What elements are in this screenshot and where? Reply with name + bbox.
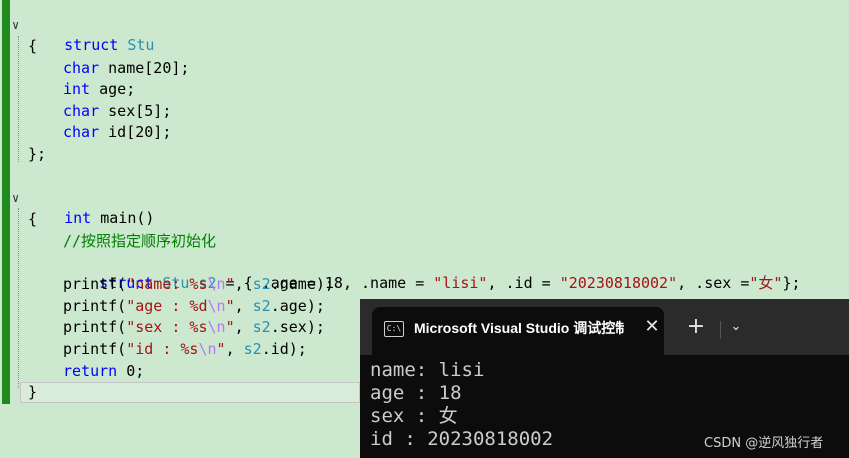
code-line-printf: printf("age : %d\n", s2.age); [63, 296, 325, 317]
variable-s2: s2 [243, 340, 262, 358]
field-type: int [63, 80, 91, 98]
console-icon: C:\ [384, 321, 404, 337]
init-part: , .id = [487, 274, 560, 292]
variable-s2: s2 [252, 297, 271, 315]
string-literal: " [225, 297, 235, 315]
fold-toggle-icon[interactable]: ∨ [12, 192, 24, 204]
fold-toggle-icon[interactable]: ∨ [12, 19, 24, 31]
field-decl: age; [90, 80, 136, 98]
init-part: }; [782, 274, 801, 292]
terminal-tab[interactable]: C:\ Microsoft Visual Studio 调试控制台 ✕ [372, 307, 664, 355]
printf-args: , [234, 318, 253, 336]
code-line-printf: printf("id : %s\n", s2.id); [63, 339, 307, 360]
brace: { [28, 210, 38, 228]
keyword-return: return [63, 362, 118, 380]
code-line-close-main: } [28, 382, 37, 403]
terminal-tab-title: Microsoft Visual Studio 调试控制台 [414, 320, 624, 336]
change-indicator-bar [2, 0, 10, 404]
string-literal: "id : %s [126, 340, 199, 358]
escape-sequence: \n [207, 297, 226, 315]
code-line-init: struct Stu s2 = { .age = 18, .name = "li… [63, 252, 800, 292]
watermark: CSDN @逆风独行者 [704, 436, 824, 451]
printf-call: printf( [63, 297, 127, 315]
code-line-brace: { [28, 36, 37, 57]
chevron-down-icon[interactable]: ⌄ [726, 317, 746, 337]
field-type: char [63, 59, 100, 77]
variable-s2: s2 [252, 275, 271, 293]
close-icon[interactable]: ✕ [640, 315, 664, 339]
keyword-int: int [64, 209, 92, 227]
string-literal: "女" [749, 274, 783, 292]
printf-call: printf( [63, 318, 127, 336]
string-literal: " [225, 275, 235, 293]
string-literal: "20230818002" [559, 274, 678, 292]
string-literal: "sex : %s [126, 318, 208, 336]
string-literal: " [216, 340, 226, 358]
current-line-highlight [20, 382, 360, 403]
string-literal: "name: %s [126, 275, 208, 293]
type-stu: Stu [127, 36, 155, 54]
code-line-main: int main() [28, 187, 154, 227]
brace: }; [28, 145, 47, 163]
printf-call: printf( [63, 275, 127, 293]
keyword-struct: struct [64, 36, 119, 54]
printf-args: , [234, 275, 253, 293]
printf-args: .id); [261, 340, 307, 358]
string-literal: "age : %d [126, 297, 208, 315]
printf-args: .age); [270, 297, 325, 315]
escape-sequence: \n [207, 318, 226, 336]
code-line-field: int age; [63, 79, 135, 100]
indent-guide [18, 36, 19, 162]
code-line-field: char sex[5]; [63, 101, 171, 122]
string-literal: "lisi" [433, 274, 488, 292]
printf-args: , [225, 340, 244, 358]
console-output-line: sex : 女 [370, 405, 458, 427]
return-value: 0; [117, 362, 145, 380]
field-type: char [63, 123, 100, 141]
code-line-field: char id[20]; [63, 122, 171, 143]
field-decl: name[20]; [99, 59, 190, 77]
code-line-struct: struct Stu [28, 14, 154, 54]
escape-sequence: \n [198, 340, 217, 358]
console-output-line: name: lisi [370, 359, 485, 381]
printf-args: .sex); [270, 318, 325, 336]
console-output-line: age : 18 [370, 382, 462, 404]
terminal-tab-bar: C:\ Microsoft Visual Studio 调试控制台 ✕ + ⌄ [360, 299, 849, 355]
escape-sequence: \n [207, 275, 226, 293]
code-line-field: char name[20]; [63, 58, 189, 79]
printf-args: .name); [270, 275, 334, 293]
printf-args: , [234, 297, 253, 315]
code-line-printf: printf("sex : %s\n", s2.sex); [63, 317, 325, 338]
string-literal: " [225, 318, 235, 336]
variable-s2: s2 [252, 318, 271, 336]
indent-guide [18, 208, 19, 388]
brace: { [28, 37, 38, 55]
field-decl: sex[5]; [99, 102, 172, 120]
comment-text: //按照指定顺序初始化 [63, 232, 217, 250]
console-output-line: id : 20230818002 [370, 428, 554, 450]
brace: } [28, 383, 38, 401]
printf-call: printf( [63, 340, 127, 358]
code-line-printf: printf("name: %s\n", s2.name); [63, 274, 334, 295]
code-line-brace: { [28, 209, 37, 230]
init-part: , .sex = [677, 274, 750, 292]
main-signature: main() [91, 209, 155, 227]
code-line-comment: //按照指定顺序初始化 [63, 231, 216, 252]
field-decl: id[20]; [99, 123, 172, 141]
code-line-return: return 0; [63, 361, 144, 382]
tab-separator [720, 321, 721, 339]
new-tab-button[interactable]: + [684, 315, 708, 339]
field-type: char [63, 102, 100, 120]
code-line-close-struct: }; [28, 144, 46, 165]
